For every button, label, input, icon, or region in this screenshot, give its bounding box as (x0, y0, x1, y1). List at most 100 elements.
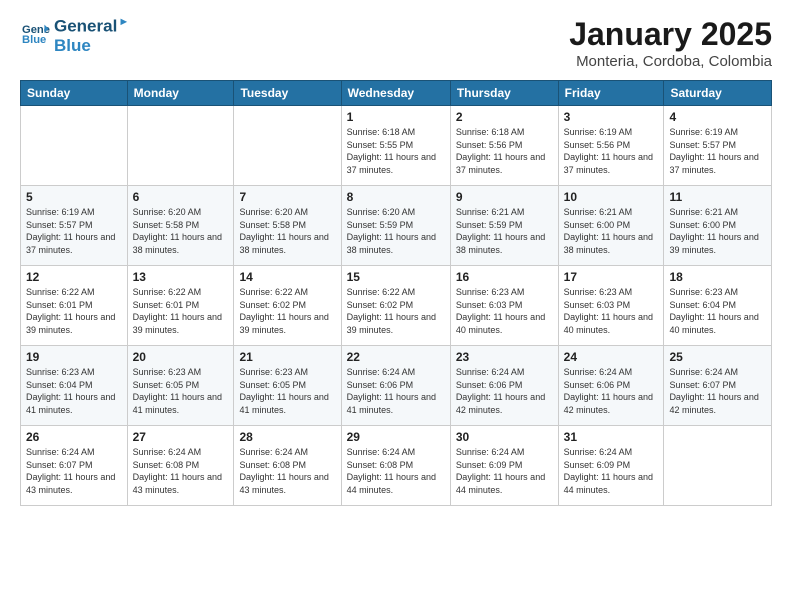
day-number: 12 (26, 270, 122, 284)
calendar-cell: 18 Sunrise: 6:23 AM Sunset: 6:04 PM Dayl… (664, 266, 772, 346)
day-info: Sunrise: 6:22 AM Sunset: 6:02 PM Dayligh… (239, 286, 335, 336)
daylight-label: Daylight: 11 hours and 38 minutes. (133, 232, 222, 255)
calendar-week-1: 5 Sunrise: 6:19 AM Sunset: 5:57 PM Dayli… (21, 186, 772, 266)
weekday-header-monday: Monday (127, 81, 234, 106)
location-title: Monteria, Cordoba, Colombia (569, 53, 772, 70)
day-info: Sunrise: 6:24 AM Sunset: 6:06 PM Dayligh… (564, 366, 659, 416)
day-number: 3 (564, 110, 659, 124)
daylight-label: Daylight: 11 hours and 40 minutes. (669, 312, 758, 335)
daylight-label: Daylight: 11 hours and 39 minutes. (239, 312, 328, 335)
logo-blue: Blue (54, 36, 129, 56)
sunset-label: Sunset: 6:00 PM (669, 220, 736, 230)
sunrise-label: Sunrise: 6:24 AM (456, 447, 525, 457)
logo: General Blue General► Blue (20, 16, 129, 56)
daylight-label: Daylight: 11 hours and 37 minutes. (456, 152, 545, 175)
day-info: Sunrise: 6:24 AM Sunset: 6:07 PM Dayligh… (669, 366, 766, 416)
daylight-label: Daylight: 11 hours and 37 minutes. (564, 152, 653, 175)
calendar-cell: 30 Sunrise: 6:24 AM Sunset: 6:09 PM Dayl… (450, 426, 558, 506)
logo-icon: General Blue (22, 19, 50, 47)
daylight-label: Daylight: 11 hours and 38 minutes. (564, 232, 653, 255)
daylight-label: Daylight: 11 hours and 43 minutes. (239, 472, 328, 495)
sunset-label: Sunset: 5:56 PM (456, 140, 523, 150)
sunrise-label: Sunrise: 6:23 AM (564, 287, 633, 297)
calendar-cell: 20 Sunrise: 6:23 AM Sunset: 6:05 PM Dayl… (127, 346, 234, 426)
sunset-label: Sunset: 6:01 PM (26, 300, 93, 310)
day-number: 17 (564, 270, 659, 284)
calendar-cell: 27 Sunrise: 6:24 AM Sunset: 6:08 PM Dayl… (127, 426, 234, 506)
day-number: 27 (133, 430, 229, 444)
calendar-cell: 16 Sunrise: 6:23 AM Sunset: 6:03 PM Dayl… (450, 266, 558, 346)
weekday-header-tuesday: Tuesday (234, 81, 341, 106)
sunrise-label: Sunrise: 6:24 AM (347, 367, 416, 377)
sunset-label: Sunset: 5:58 PM (133, 220, 200, 230)
sunrise-label: Sunrise: 6:22 AM (239, 287, 308, 297)
sunset-label: Sunset: 5:57 PM (669, 140, 736, 150)
calendar-cell: 11 Sunrise: 6:21 AM Sunset: 6:00 PM Dayl… (664, 186, 772, 266)
sunrise-label: Sunrise: 6:24 AM (564, 447, 633, 457)
sunset-label: Sunset: 5:56 PM (564, 140, 631, 150)
sunset-label: Sunset: 6:04 PM (26, 380, 93, 390)
day-info: Sunrise: 6:18 AM Sunset: 5:56 PM Dayligh… (456, 126, 553, 176)
sunset-label: Sunset: 6:03 PM (564, 300, 631, 310)
day-info: Sunrise: 6:23 AM Sunset: 6:03 PM Dayligh… (456, 286, 553, 336)
sunset-label: Sunset: 5:55 PM (347, 140, 414, 150)
day-number: 6 (133, 190, 229, 204)
sunrise-label: Sunrise: 6:24 AM (564, 367, 633, 377)
day-info: Sunrise: 6:24 AM Sunset: 6:08 PM Dayligh… (347, 446, 445, 496)
calendar-cell: 3 Sunrise: 6:19 AM Sunset: 5:56 PM Dayli… (558, 106, 664, 186)
sunrise-label: Sunrise: 6:23 AM (26, 367, 95, 377)
calendar-cell (127, 106, 234, 186)
calendar-cell: 6 Sunrise: 6:20 AM Sunset: 5:58 PM Dayli… (127, 186, 234, 266)
calendar-cell: 7 Sunrise: 6:20 AM Sunset: 5:58 PM Dayli… (234, 186, 341, 266)
calendar-cell: 17 Sunrise: 6:23 AM Sunset: 6:03 PM Dayl… (558, 266, 664, 346)
day-info: Sunrise: 6:20 AM Sunset: 5:58 PM Dayligh… (239, 206, 335, 256)
day-number: 18 (669, 270, 766, 284)
sunrise-label: Sunrise: 6:24 AM (26, 447, 95, 457)
day-info: Sunrise: 6:24 AM Sunset: 6:08 PM Dayligh… (133, 446, 229, 496)
sunrise-label: Sunrise: 6:18 AM (456, 127, 525, 137)
calendar-week-0: 1 Sunrise: 6:18 AM Sunset: 5:55 PM Dayli… (21, 106, 772, 186)
sunset-label: Sunset: 6:04 PM (669, 300, 736, 310)
daylight-label: Daylight: 11 hours and 40 minutes. (456, 312, 545, 335)
weekday-header-sunday: Sunday (21, 81, 128, 106)
sunrise-label: Sunrise: 6:20 AM (239, 207, 308, 217)
title-block: January 2025 Monteria, Cordoba, Colombia (569, 16, 772, 70)
sunrise-label: Sunrise: 6:24 AM (669, 367, 738, 377)
calendar-cell: 14 Sunrise: 6:22 AM Sunset: 6:02 PM Dayl… (234, 266, 341, 346)
sunrise-label: Sunrise: 6:23 AM (456, 287, 525, 297)
day-info: Sunrise: 6:20 AM Sunset: 5:59 PM Dayligh… (347, 206, 445, 256)
sunset-label: Sunset: 6:06 PM (564, 380, 631, 390)
calendar-cell (234, 106, 341, 186)
day-info: Sunrise: 6:24 AM Sunset: 6:09 PM Dayligh… (564, 446, 659, 496)
daylight-label: Daylight: 11 hours and 43 minutes. (26, 472, 115, 495)
sunset-label: Sunset: 5:59 PM (347, 220, 414, 230)
calendar-cell: 1 Sunrise: 6:18 AM Sunset: 5:55 PM Dayli… (341, 106, 450, 186)
day-info: Sunrise: 6:24 AM Sunset: 6:09 PM Dayligh… (456, 446, 553, 496)
sunrise-label: Sunrise: 6:19 AM (26, 207, 95, 217)
sunset-label: Sunset: 6:06 PM (347, 380, 414, 390)
calendar-cell: 29 Sunrise: 6:24 AM Sunset: 6:08 PM Dayl… (341, 426, 450, 506)
day-number: 26 (26, 430, 122, 444)
calendar-cell: 5 Sunrise: 6:19 AM Sunset: 5:57 PM Dayli… (21, 186, 128, 266)
page: General Blue General► Blue January 2025 … (0, 0, 792, 612)
daylight-label: Daylight: 11 hours and 44 minutes. (564, 472, 653, 495)
day-number: 16 (456, 270, 553, 284)
day-info: Sunrise: 6:20 AM Sunset: 5:58 PM Dayligh… (133, 206, 229, 256)
day-info: Sunrise: 6:24 AM Sunset: 6:06 PM Dayligh… (456, 366, 553, 416)
daylight-label: Daylight: 11 hours and 43 minutes. (133, 472, 222, 495)
day-info: Sunrise: 6:22 AM Sunset: 6:01 PM Dayligh… (26, 286, 122, 336)
day-number: 13 (133, 270, 229, 284)
weekday-header-row: SundayMondayTuesdayWednesdayThursdayFrid… (21, 81, 772, 106)
sunrise-label: Sunrise: 6:21 AM (456, 207, 525, 217)
day-number: 4 (669, 110, 766, 124)
day-number: 8 (347, 190, 445, 204)
sunset-label: Sunset: 6:06 PM (456, 380, 523, 390)
sunset-label: Sunset: 6:05 PM (133, 380, 200, 390)
daylight-label: Daylight: 11 hours and 39 minutes. (347, 312, 436, 335)
sunrise-label: Sunrise: 6:24 AM (347, 447, 416, 457)
daylight-label: Daylight: 11 hours and 38 minutes. (239, 232, 328, 255)
day-number: 22 (347, 350, 445, 364)
day-number: 9 (456, 190, 553, 204)
svg-text:Blue: Blue (22, 34, 46, 46)
sunset-label: Sunset: 6:09 PM (564, 460, 631, 470)
